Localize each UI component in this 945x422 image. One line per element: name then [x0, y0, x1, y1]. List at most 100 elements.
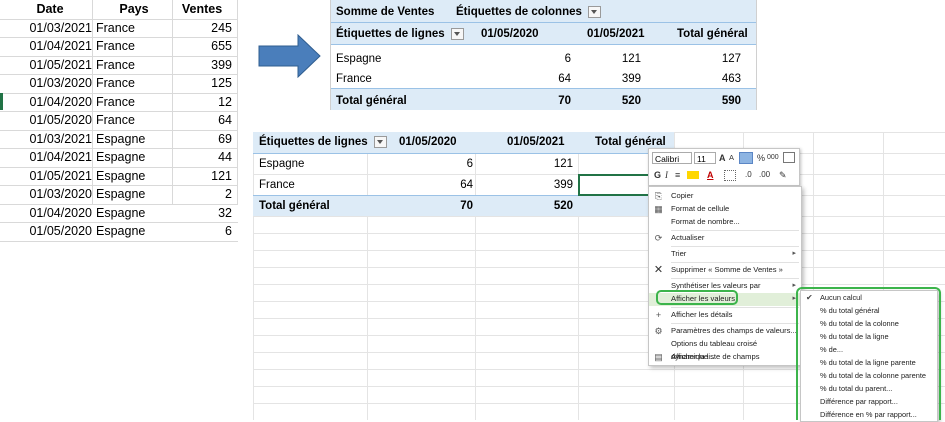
date-cell[interactable]: 01/03/2020	[8, 74, 92, 92]
grand-total-label[interactable]: Total général	[259, 200, 330, 212]
sales-cell[interactable]: 399	[172, 56, 232, 74]
value-cell[interactable]: 127	[681, 53, 741, 65]
font-name-box[interactable]: Calibri	[652, 152, 692, 164]
column-labels-title[interactable]: Étiquettes de colonnes	[456, 6, 601, 18]
sales-cell[interactable]: 64	[172, 111, 232, 129]
menu-item-field-list[interactable]: ▤ Afficher la liste de champs	[649, 351, 801, 364]
column-header-2021[interactable]: 01/05/2021	[587, 28, 645, 40]
format-table-icon[interactable]	[783, 152, 795, 163]
thousands-separator-icon[interactable]: 000	[767, 152, 779, 164]
sales-cell[interactable]: 2	[172, 185, 232, 203]
value-cell[interactable]: 6	[413, 158, 473, 170]
values-label[interactable]: Somme de Ventes	[336, 6, 434, 18]
filter-dropdown-icon[interactable]	[587, 6, 601, 18]
borders-icon[interactable]	[724, 170, 736, 181]
bold-icon[interactable]: G	[654, 169, 661, 181]
row-label-france[interactable]: France	[259, 179, 295, 191]
shrink-font-icon[interactable]: A	[729, 152, 734, 164]
value-cell[interactable]: 399	[581, 73, 641, 85]
date-cell[interactable]: 01/05/2021	[8, 56, 92, 74]
italic-icon[interactable]: I	[665, 169, 668, 181]
accounting-format-icon[interactable]	[739, 152, 753, 164]
format-painter-icon[interactable]: ✎	[779, 169, 787, 181]
date-cell[interactable]: 01/04/2020	[8, 204, 92, 222]
grand-total-cell[interactable]: 520	[581, 95, 641, 107]
font-color-icon[interactable]: A	[707, 169, 714, 181]
font-size-box[interactable]: 11	[694, 152, 716, 164]
grow-font-icon[interactable]: A	[719, 152, 726, 164]
date-cell[interactable]: 01/03/2021	[8, 130, 92, 148]
country-cell[interactable]: Espagne	[96, 204, 172, 222]
column-header-2020[interactable]: 01/05/2020	[399, 136, 457, 148]
value-cell[interactable]: 121	[581, 53, 641, 65]
country-cell[interactable]: France	[96, 19, 172, 37]
sales-cell[interactable]: 6	[172, 222, 232, 240]
value-cell[interactable]: 121	[513, 158, 573, 170]
menu-item-show-details[interactable]: + Afficher les détails	[649, 309, 801, 322]
sales-cell[interactable]: 655	[172, 37, 232, 55]
country-cell[interactable]: France	[96, 37, 172, 55]
filter-dropdown-icon[interactable]	[373, 136, 387, 148]
menu-item-pivot-options[interactable]: Options du tableau croisé dynamique...	[649, 338, 801, 361]
filter-dropdown-icon[interactable]	[450, 28, 464, 40]
country-cell[interactable]: Espagne	[96, 148, 172, 166]
fill-color-icon[interactable]	[687, 171, 699, 179]
country-cell[interactable]: France	[96, 74, 172, 92]
value-cell[interactable]: 399	[513, 179, 573, 191]
value-cell[interactable]: 64	[413, 179, 473, 191]
decrease-decimal-icon[interactable]: .00	[759, 169, 770, 181]
increase-decimal-icon[interactable]: .0	[745, 169, 752, 181]
header-ventes[interactable]: Ventes	[172, 0, 232, 18]
sales-cell[interactable]: 32	[172, 204, 232, 222]
row-labels-title[interactable]: Étiquettes de lignes	[259, 136, 387, 148]
menu-item-field-settings[interactable]: ⚙ Paramètres des champs de valeurs...	[649, 325, 801, 338]
sales-cell[interactable]: 125	[172, 74, 232, 92]
sales-cell[interactable]: 245	[172, 19, 232, 37]
date-cell[interactable]: 01/05/2020	[8, 111, 92, 129]
header-date[interactable]: Date	[8, 0, 92, 18]
country-cell[interactable]: France	[96, 93, 172, 111]
value-cell[interactable]: 64	[511, 73, 571, 85]
value-cell[interactable]: 6	[511, 53, 571, 65]
country-cell[interactable]: Espagne	[96, 167, 172, 185]
align-center-icon[interactable]: ≡	[675, 169, 680, 181]
column-header-2021[interactable]: 01/05/2021	[507, 136, 565, 148]
menu-item-copy[interactable]: ⎘ Copier	[649, 190, 801, 203]
country-cell[interactable]: Espagne	[96, 185, 172, 203]
header-pays[interactable]: Pays	[96, 0, 172, 18]
menu-item-number-format[interactable]: Format de nombre...	[649, 216, 801, 229]
percent-style-icon[interactable]: %	[757, 152, 765, 164]
column-header-total[interactable]: Total général	[677, 28, 748, 40]
menu-item-sort[interactable]: Trier ▸	[649, 248, 801, 261]
date-cell[interactable]: 01/04/2021	[8, 37, 92, 55]
value-cell[interactable]: 463	[681, 73, 741, 85]
country-cell[interactable]: France	[96, 56, 172, 74]
grand-total-cell[interactable]: 590	[681, 95, 741, 107]
row-label-espagne[interactable]: Espagne	[336, 53, 381, 65]
row-label-france[interactable]: France	[336, 73, 372, 85]
date-cell[interactable]: 01/03/2021	[8, 19, 92, 37]
grand-total-cell[interactable]: 70	[511, 95, 571, 107]
grand-total-label[interactable]: Total général	[336, 95, 407, 107]
menu-item-format-cells[interactable]: ▦ Format de cellule	[649, 203, 801, 216]
column-header-total[interactable]: Total général	[595, 136, 666, 148]
menu-item-refresh[interactable]: ⟳ Actualiser	[649, 232, 801, 245]
sales-cell[interactable]: 12	[172, 93, 232, 111]
date-cell[interactable]: 01/05/2021	[8, 167, 92, 185]
sales-cell[interactable]: 69	[172, 130, 232, 148]
date-cell[interactable]: 01/05/2020	[8, 222, 92, 240]
country-cell[interactable]: Espagne	[96, 222, 172, 240]
grand-total-cell[interactable]: 70	[413, 200, 473, 212]
column-header-2020[interactable]: 01/05/2020	[481, 28, 539, 40]
date-cell[interactable]: 01/04/2021	[8, 148, 92, 166]
date-cell[interactable]: 01/03/2020	[8, 185, 92, 203]
sales-cell[interactable]: 121	[172, 167, 232, 185]
grand-total-cell[interactable]: 520	[513, 200, 573, 212]
row-labels-title[interactable]: Étiquettes de lignes	[336, 28, 464, 40]
country-cell[interactable]: Espagne	[96, 130, 172, 148]
sales-cell[interactable]: 44	[172, 148, 232, 166]
date-cell[interactable]: 01/04/2020	[8, 93, 92, 111]
row-label-espagne[interactable]: Espagne	[259, 158, 304, 170]
menu-item-remove[interactable]: ✕ Supprimer « Somme de Ventes »	[649, 264, 801, 277]
country-cell[interactable]: France	[96, 111, 172, 129]
